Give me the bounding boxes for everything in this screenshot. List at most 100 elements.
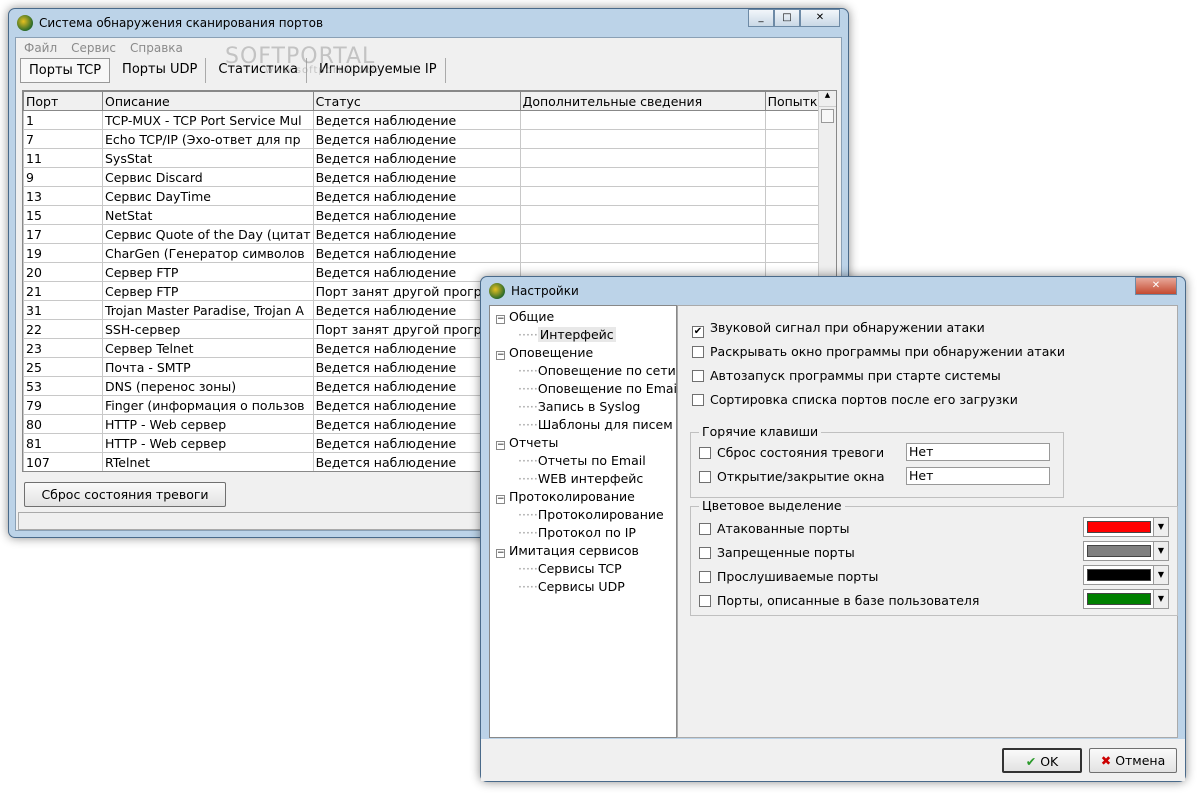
- table-cell: [519, 205, 766, 225]
- table-row[interactable]: 7 Echo TCP/IP (Эхо-ответ для пр Ведется на…: [23, 129, 831, 149]
- tree-item[interactable]: ·····Сервисы TCP: [518, 561, 622, 576]
- menu-file[interactable]: Файл: [24, 41, 57, 55]
- settings-tree[interactable]: − Общие ····· Интерфейс − Оповещение ·····Опов…: [489, 305, 681, 738]
- checkbox-icon[interactable]: [692, 394, 704, 406]
- table-row[interactable]: 17 Сервис Quote of the Day (цитат Ведется …: [23, 224, 831, 244]
- color-checkbox[interactable]: Атакованные порты: [699, 521, 850, 536]
- color-select[interactable]: ▼: [1083, 517, 1169, 537]
- table-row[interactable]: 13 Сервис DayTime Ведется наблюдение: [23, 186, 831, 206]
- col-details[interactable]: Дополнительные сведения: [519, 91, 766, 111]
- color-select[interactable]: ▼: [1083, 541, 1169, 561]
- hotkey-checkbox[interactable]: Открытие/закрытие окна: [699, 469, 885, 484]
- table-cell: 31: [23, 300, 103, 320]
- tree-item[interactable]: ·····Протокол по IP: [518, 525, 636, 540]
- hotkey-checkbox[interactable]: Сброс состояния тревоги: [699, 445, 884, 460]
- checkbox-icon[interactable]: [699, 547, 711, 559]
- tree-item[interactable]: − Имитация сервисов: [496, 543, 639, 558]
- menu-service[interactable]: Сервис: [71, 41, 116, 55]
- col-status[interactable]: Статус: [312, 91, 521, 111]
- collapse-icon[interactable]: −: [496, 351, 505, 360]
- cancel-button[interactable]: ✖ Отмена: [1089, 748, 1177, 773]
- table-row[interactable]: 19 CharGen (Генератор символов Ведется наб…: [23, 243, 831, 263]
- tab-tcp[interactable]: Порты TCP: [20, 58, 111, 83]
- hotkey-field[interactable]: Нет: [906, 467, 1050, 485]
- option-checkbox[interactable]: ✔ Звуковой сигнал при обнаружении атаки: [692, 320, 985, 338]
- checkbox-icon[interactable]: [692, 370, 704, 382]
- color-select[interactable]: ▼: [1083, 565, 1169, 585]
- tab-udp[interactable]: Порты UDP: [114, 58, 207, 83]
- tree-item[interactable]: ····· Интерфейс: [518, 327, 616, 342]
- collapse-icon[interactable]: −: [496, 549, 505, 558]
- checkbox-icon[interactable]: [699, 595, 711, 607]
- table-cell: 7: [23, 129, 103, 149]
- tree-item[interactable]: ·····Протоколирование: [518, 507, 664, 522]
- tree-item-label: Протокол по IP: [537, 525, 636, 540]
- collapse-icon[interactable]: −: [496, 315, 505, 324]
- tree-item[interactable]: ·····WEB интерфейс: [518, 471, 643, 486]
- color-select[interactable]: ▼: [1083, 589, 1169, 609]
- checkbox-icon[interactable]: [699, 571, 711, 583]
- close-button[interactable]: ✕: [800, 9, 840, 27]
- checkbox-icon[interactable]: [699, 523, 711, 535]
- checkbox-icon[interactable]: [699, 471, 711, 483]
- table-row[interactable]: 11 SysStat Ведется наблюдение: [23, 148, 831, 168]
- table-cell: 1: [23, 110, 103, 130]
- option-checkbox[interactable]: Раскрывать окно программы при обнаружени…: [692, 344, 1065, 359]
- dialog-client: − Общие ····· Интерфейс − Оповещение ·····Опов…: [481, 277, 1185, 781]
- table-cell: 53: [23, 376, 103, 396]
- tree-item[interactable]: − Отчеты: [496, 435, 558, 450]
- chevron-down-icon[interactable]: ▼: [1153, 542, 1168, 560]
- chevron-down-icon[interactable]: ▼: [1153, 518, 1168, 536]
- tree-item-label: WEB интерфейс: [537, 471, 644, 486]
- tree-item[interactable]: ·····Отчеты по Email: [518, 453, 646, 468]
- maximize-button[interactable]: □: [774, 9, 800, 27]
- table-row[interactable]: 1 TCP-MUX - TCP Port Service Mul Ведется н…: [23, 110, 831, 130]
- table-cell: [519, 243, 766, 263]
- table-cell: 19: [23, 243, 103, 263]
- table-cell: SSH-сервер: [102, 319, 314, 339]
- minimize-button[interactable]: _: [748, 9, 774, 27]
- table-cell: Сервис Discard: [102, 167, 314, 187]
- collapse-icon[interactable]: −: [496, 495, 505, 504]
- hotkey-label: Открытие/закрытие окна: [717, 469, 885, 484]
- chevron-down-icon[interactable]: ▼: [1153, 590, 1168, 608]
- ok-button[interactable]: ✔ OK: [1002, 748, 1082, 773]
- table-cell: [519, 167, 766, 187]
- tree-item[interactable]: ·····Оповещение по Email: [518, 381, 681, 396]
- tree-item[interactable]: ·····Шаблоны для писем: [518, 417, 673, 432]
- col-description[interactable]: Описание: [102, 91, 314, 111]
- color-checkbox[interactable]: Порты, описанные в базе пользователя: [699, 593, 979, 608]
- checkbox-icon[interactable]: [692, 346, 704, 358]
- checkbox-icon[interactable]: ✔: [692, 326, 704, 338]
- table-cell: [519, 186, 766, 206]
- checkbox-icon[interactable]: [699, 447, 711, 459]
- color-checkbox[interactable]: Запрещенные порты: [699, 545, 855, 560]
- option-label: Сортировка списка портов после его загру…: [710, 392, 1018, 407]
- table-row[interactable]: 15 NetStat Ведется наблюдение: [23, 205, 831, 225]
- tree-item[interactable]: ·····Запись в Syslog: [518, 399, 640, 414]
- menu-help[interactable]: Справка: [130, 41, 183, 55]
- tree-item[interactable]: ·····Оповещение по сети: [518, 363, 676, 378]
- table-row[interactable]: 9 Сервис Discard Ведется наблюдение: [23, 167, 831, 187]
- table-cell: Сервер FTP: [102, 281, 314, 301]
- option-checkbox[interactable]: Автозапуск программы при старте системы: [692, 368, 1001, 383]
- hotkey-field[interactable]: Нет: [906, 443, 1050, 461]
- color-label: Прослушиваемые порты: [717, 569, 879, 584]
- option-label: Автозапуск программы при старте системы: [710, 368, 1001, 383]
- main-title-text: Система обнаружения сканирования портов: [39, 16, 324, 30]
- tree-item[interactable]: − Протоколирование: [496, 489, 635, 504]
- tree-item[interactable]: − Оповещение: [496, 345, 593, 360]
- chevron-down-icon[interactable]: ▼: [1153, 566, 1168, 584]
- col-port[interactable]: Порт: [23, 91, 103, 111]
- reset-alarm-button[interactable]: Сброс состояния тревоги: [24, 482, 226, 507]
- collapse-icon[interactable]: −: [496, 441, 505, 450]
- tree-item[interactable]: − Общие: [496, 309, 554, 324]
- option-label: Раскрывать окно программы при обнаружени…: [710, 344, 1066, 359]
- color-checkbox[interactable]: Прослушиваемые порты: [699, 569, 878, 584]
- option-checkbox[interactable]: Сортировка списка портов после его загру…: [692, 392, 1018, 407]
- table-cell: NetStat: [102, 205, 314, 225]
- table-cell: Ведется наблюдение: [312, 148, 521, 168]
- tree-item-label: Протоколирование: [537, 507, 664, 522]
- color-swatch: [1087, 569, 1151, 581]
- tree-item[interactable]: ·····Сервисы UDP: [518, 579, 625, 594]
